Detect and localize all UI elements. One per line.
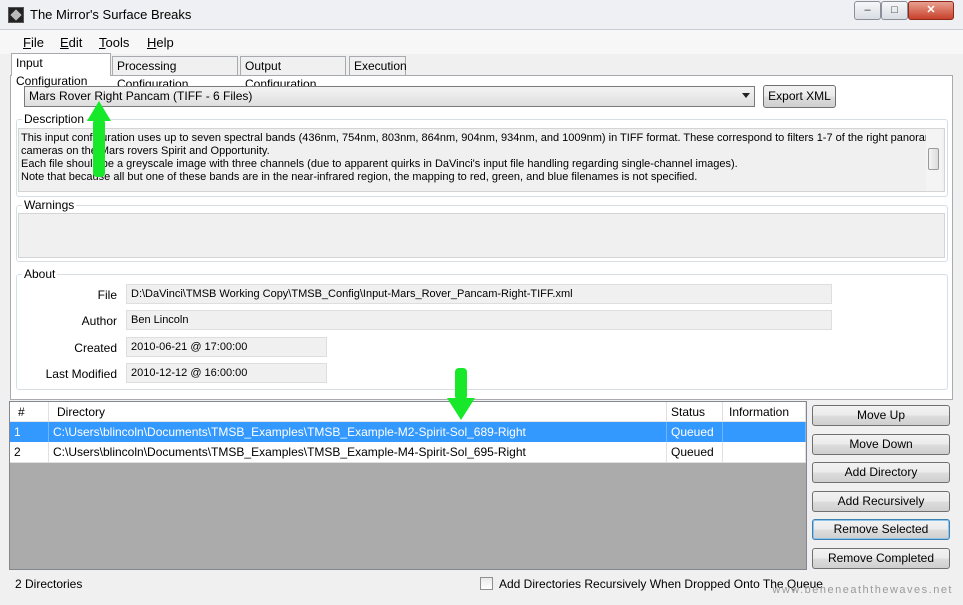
- about-label: About: [22, 267, 58, 281]
- remove-completed-button[interactable]: Remove Completed: [812, 548, 950, 569]
- row-information: [723, 442, 806, 462]
- row-status: Queued: [667, 442, 723, 462]
- row-directory: C:\Users\blincoln\Documents\TMSB_Example…: [49, 422, 667, 442]
- column-header-directory[interactable]: Directory: [49, 402, 667, 422]
- file-field[interactable]: D:\DaVinci\TMSB Working Copy\TMSB_Config…: [126, 284, 832, 304]
- grid-header: # Directory Status Information: [10, 402, 806, 422]
- arrow-head: [87, 101, 111, 121]
- menu-file[interactable]: File: [23, 35, 44, 50]
- row-information: [723, 422, 806, 442]
- directory-count: 2 Directories: [15, 577, 83, 591]
- add-directory-button[interactable]: Add Directory: [812, 462, 950, 483]
- description-line: Note that because all but one of these b…: [21, 171, 698, 183]
- add-recursively-button[interactable]: Add Recursively: [812, 491, 950, 512]
- move-up-button[interactable]: Move Up: [812, 405, 950, 426]
- remove-selected-button[interactable]: Remove Selected: [812, 519, 950, 540]
- arrow-shaft: [455, 368, 467, 400]
- queue-grid[interactable]: # Directory Status Information 1 C:\User…: [9, 401, 807, 570]
- menu-help[interactable]: Help: [147, 35, 174, 50]
- up-arrow-icon: [87, 101, 111, 179]
- author-label: Author: [81, 314, 117, 328]
- description-label: Description: [22, 112, 87, 126]
- minimize-icon[interactable]: –: [854, 1, 881, 20]
- arrow-head: [447, 398, 475, 420]
- row-directory: C:\Users\blincoln\Documents\TMSB_Example…: [49, 442, 667, 462]
- arrow-shaft: [93, 119, 105, 177]
- export-xml-button[interactable]: Export XML: [763, 85, 836, 108]
- table-row[interactable]: 1 C:\Users\blincoln\Documents\TMSB_Examp…: [10, 422, 806, 443]
- down-arrow-icon: [447, 368, 475, 420]
- row-number: 2: [10, 442, 49, 462]
- warnings-text[interactable]: [18, 213, 945, 258]
- close-icon[interactable]: ✕: [908, 1, 954, 20]
- description-line: This input configuration uses up to seve…: [21, 132, 941, 144]
- watermark: www.beneneaththewaves.net: [772, 584, 953, 596]
- column-header-status[interactable]: Status: [667, 402, 723, 422]
- move-down-button[interactable]: Move Down: [812, 434, 950, 455]
- file-label: File: [97, 288, 117, 302]
- tab-execution[interactable]: Execution: [349, 56, 407, 75]
- chevron-down-icon[interactable]: [742, 93, 750, 98]
- description-line: Each file should be a greyscale image wi…: [21, 158, 738, 170]
- scrollbar-thumb[interactable]: [928, 148, 939, 170]
- created-label: Created: [74, 341, 117, 355]
- description-line: cameras on the Mars rovers Spirit and Op…: [21, 145, 270, 157]
- window-title: The Mirror's Surface Breaks: [30, 7, 192, 22]
- menu-edit[interactable]: Edit: [60, 35, 82, 50]
- recursive-checkbox[interactable]: [480, 577, 493, 590]
- tab-output-configuration[interactable]: Output Configuration: [240, 56, 346, 91]
- modified-label: Last Modified: [45, 367, 117, 381]
- created-field[interactable]: 2010-06-21 @ 17:00:00: [126, 337, 327, 357]
- column-header-number[interactable]: #: [10, 402, 49, 422]
- column-header-information[interactable]: Information: [723, 402, 806, 422]
- description-text[interactable]: This input configuration uses up to seve…: [18, 128, 945, 192]
- menu-bar: [0, 30, 963, 54]
- row-status: Queued: [667, 422, 723, 442]
- description-scrollbar[interactable]: [926, 129, 942, 191]
- maximize-icon[interactable]: □: [881, 1, 908, 20]
- menu-tools[interactable]: Tools: [99, 35, 129, 50]
- tab-input-configuration[interactable]: Input Configuration: [11, 53, 111, 88]
- row-number: 1: [10, 422, 49, 442]
- warnings-label: Warnings: [22, 198, 77, 212]
- tab-processing-configuration[interactable]: Processing Configuration: [112, 56, 238, 91]
- author-field[interactable]: Ben Lincoln: [126, 310, 832, 330]
- modified-field[interactable]: 2010-12-12 @ 16:00:00: [126, 363, 327, 383]
- table-row[interactable]: 2 C:\Users\blincoln\Documents\TMSB_Examp…: [10, 442, 806, 463]
- input-config-selected: Mars Rover Right Pancam (TIFF - 6 Files): [29, 89, 253, 103]
- app-icon: [8, 7, 24, 23]
- input-config-select[interactable]: Mars Rover Right Pancam (TIFF - 6 Files): [24, 86, 755, 107]
